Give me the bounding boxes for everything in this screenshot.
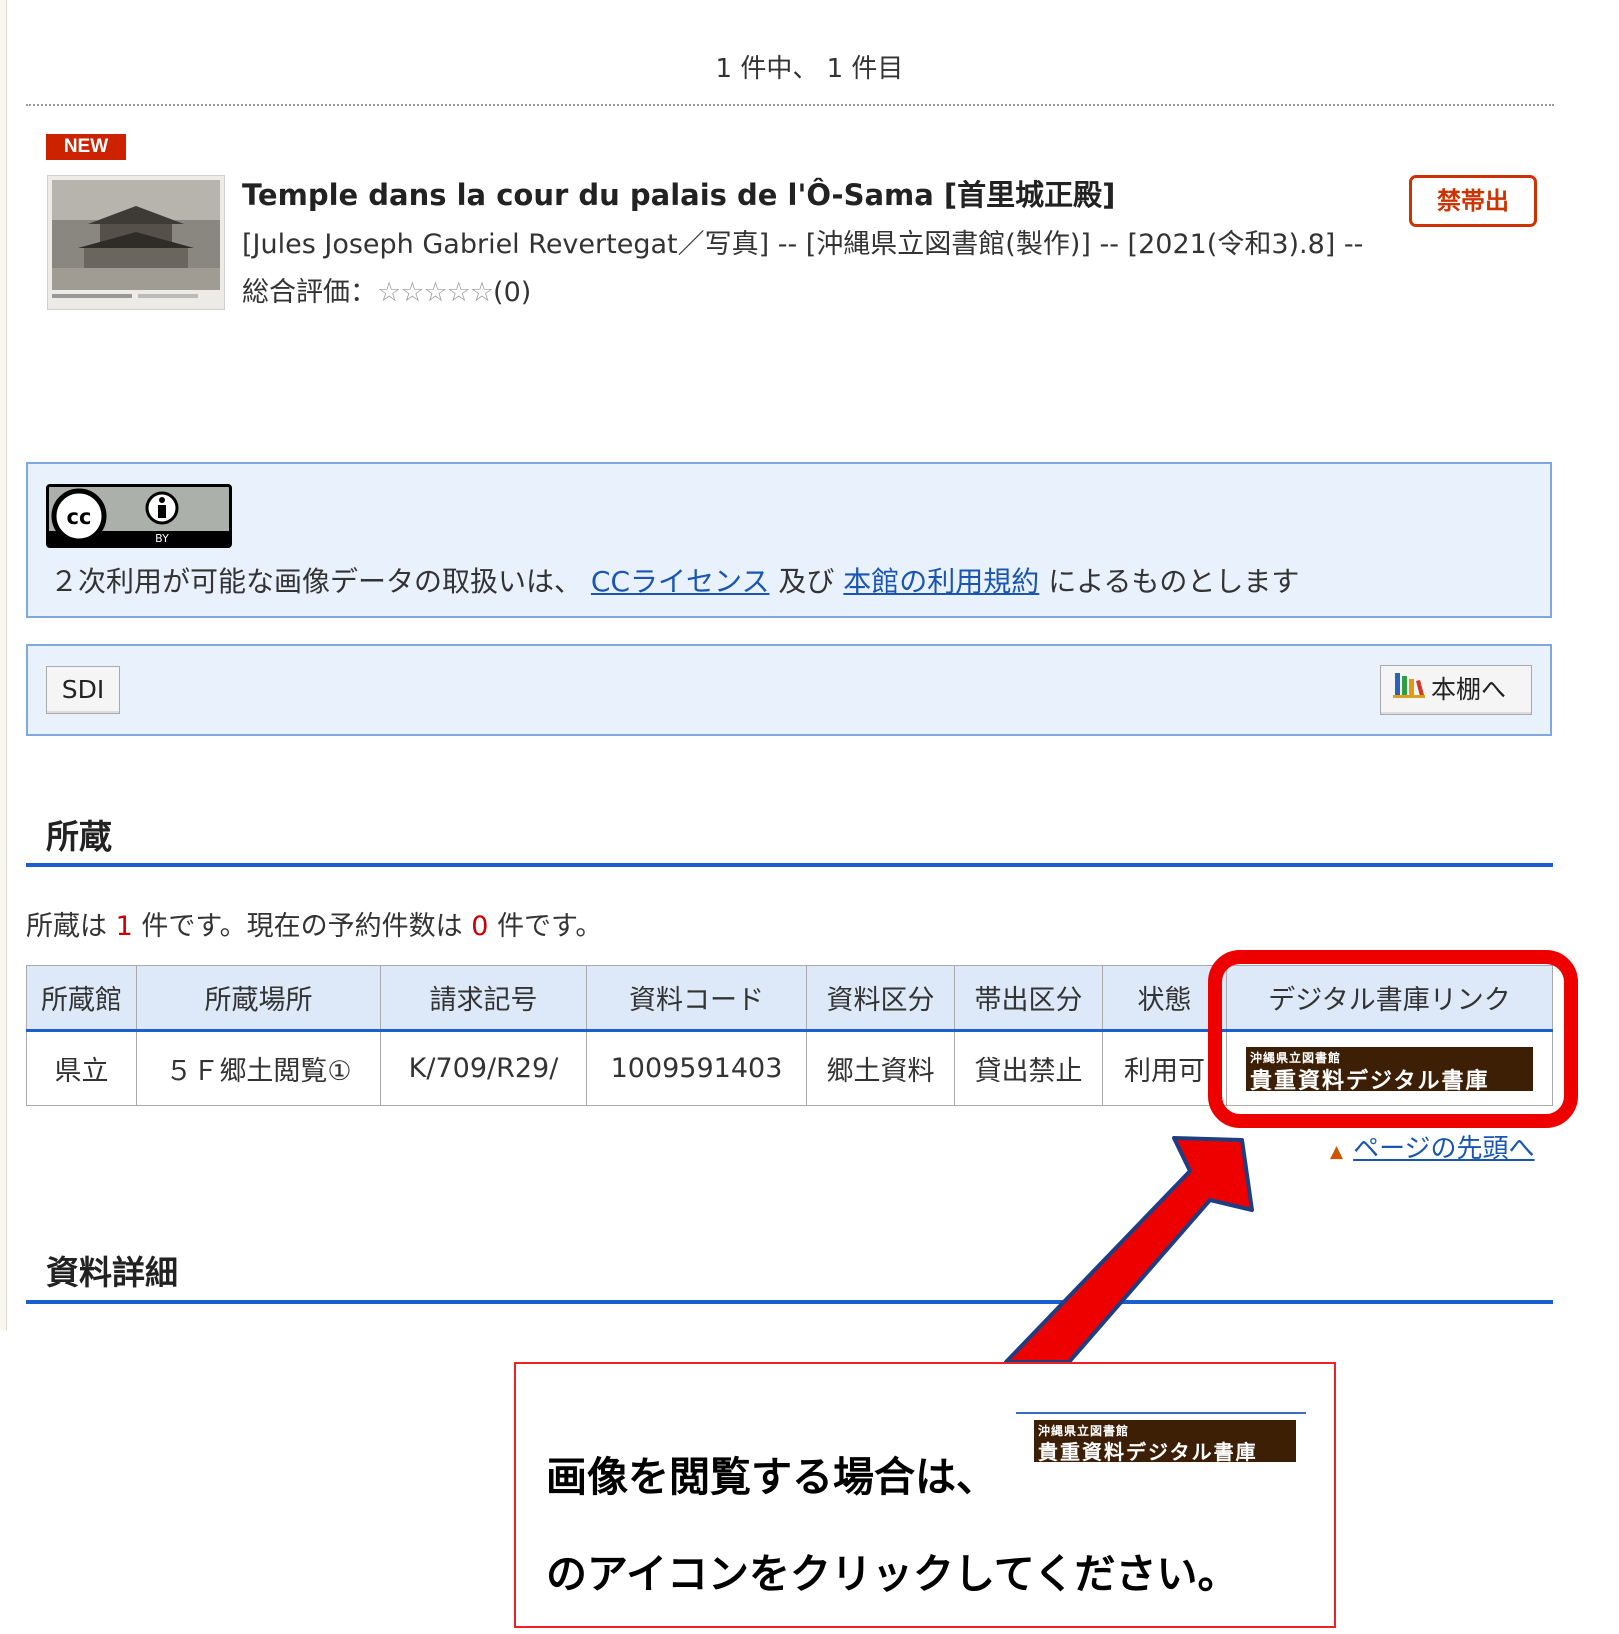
digital-archive-sample: 沖縄県立図書館 貴重資料デジタル書庫 <box>1034 1420 1296 1464</box>
callout-text-line2: のアイコンをクリックしてください。 <box>546 1550 1239 1598</box>
callout-divider <box>1016 1412 1306 1414</box>
callout-text-line1: 画像を閲覧する場合は、 <box>546 1453 997 1501</box>
callout-digital-archive-icon: 沖縄県立図書館 貴重資料デジタル書庫 <box>1034 1420 1296 1464</box>
sample-label: 貴重資料デジタル書庫 <box>1038 1440 1258 1464</box>
